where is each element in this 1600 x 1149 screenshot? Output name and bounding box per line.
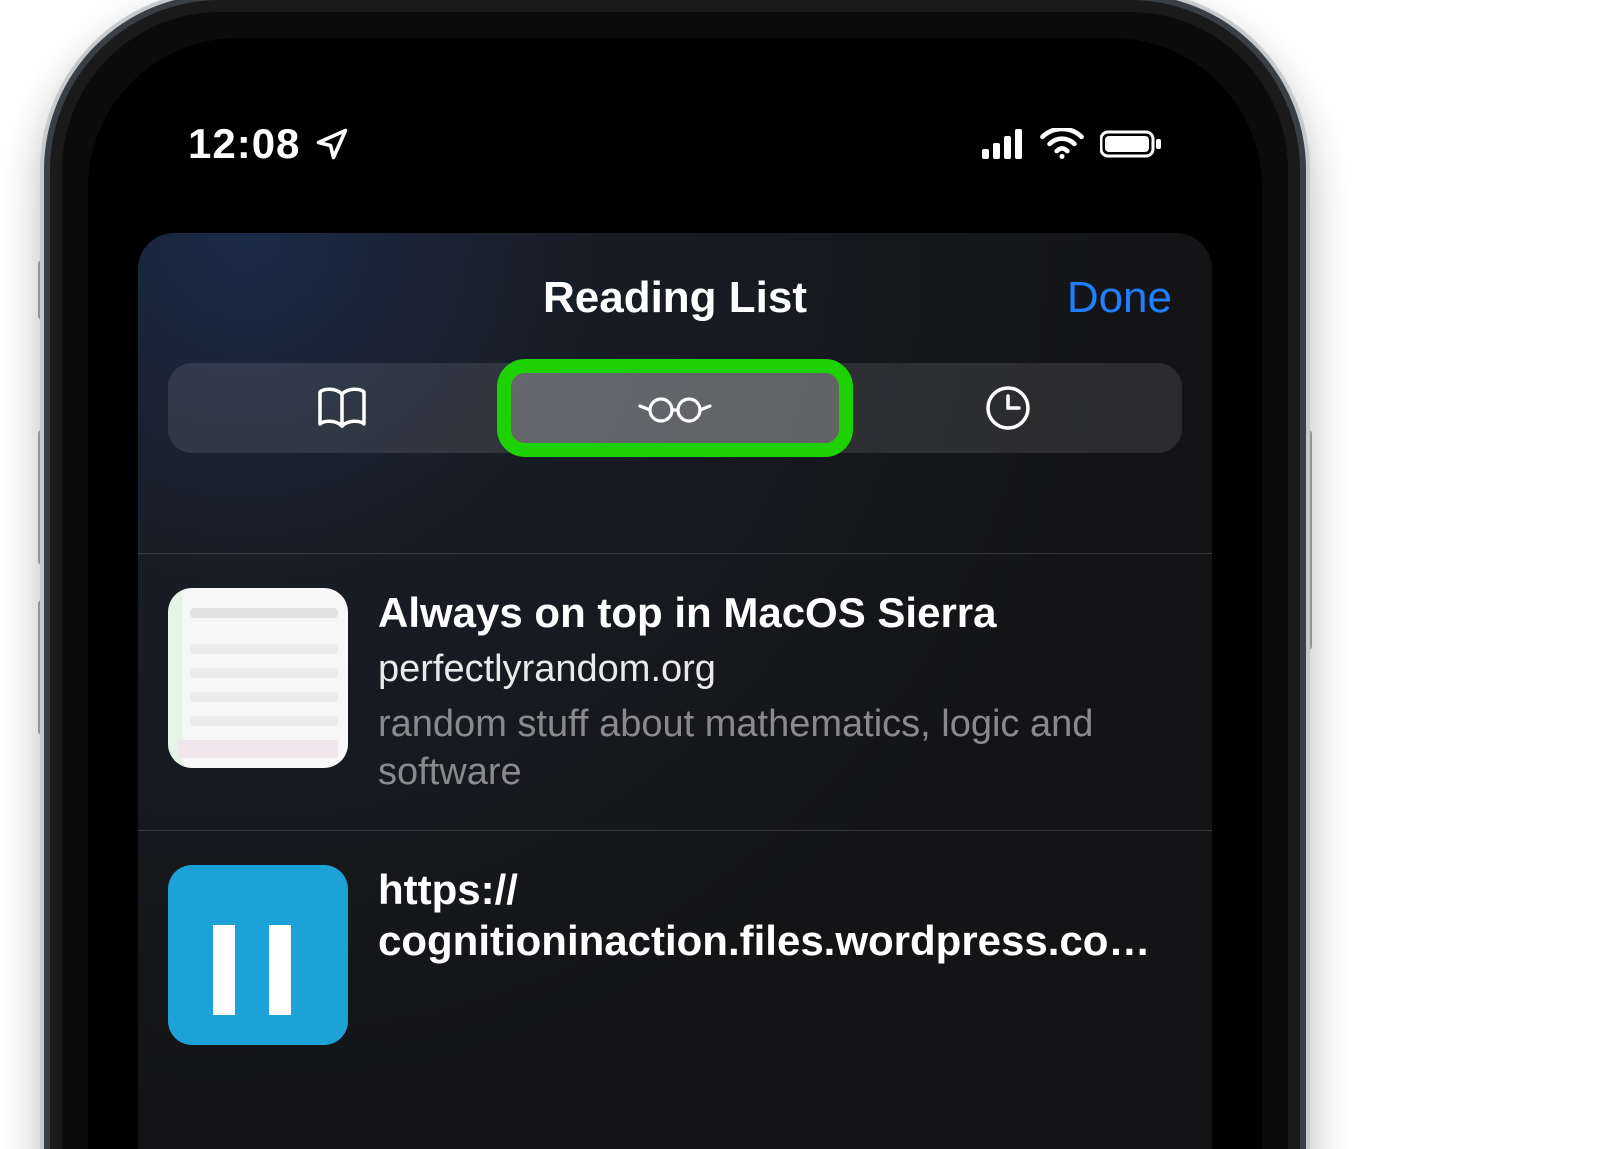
status-bar: 12:08: [88, 114, 1262, 174]
reading-list: Always on top in MacOS Sierra perfectlyr…: [138, 533, 1212, 1149]
list-item[interactable]: https:// cognitioninaction.files.wordpre…: [138, 830, 1212, 1079]
done-button[interactable]: Done: [1067, 273, 1172, 323]
battery-icon: [1100, 129, 1162, 159]
book-icon: [314, 384, 370, 432]
volume-up-button[interactable]: [38, 430, 48, 565]
item-description: random stuff about mathematics, logic an…: [378, 701, 1182, 796]
list-item[interactable]: Always on top in MacOS Sierra perfectlyr…: [138, 553, 1212, 830]
tab-bookmarks[interactable]: [176, 371, 509, 445]
sheet-header: Reading List Done: [138, 233, 1212, 363]
item-thumbnail: [168, 588, 348, 768]
silence-switch[interactable]: [38, 260, 48, 320]
item-source: perfectlyrandom.org: [378, 648, 1182, 691]
screen: 12:08: [88, 38, 1262, 1149]
wifi-icon: [1040, 128, 1084, 160]
sheet-title: Reading List: [543, 273, 807, 323]
item-title: https:// cognitioninaction.files.wordpre…: [378, 865, 1182, 966]
status-time: 12:08: [188, 120, 300, 168]
tab-reading-list[interactable]: [509, 371, 842, 445]
phone-frame: 12:08: [50, 0, 1300, 1149]
tab-history[interactable]: [841, 371, 1174, 445]
cellular-signal-icon: [982, 129, 1024, 159]
glasses-icon: [635, 388, 715, 428]
location-arrow-icon: [314, 126, 350, 162]
item-thumbnail: [168, 865, 348, 1045]
bookmarks-sheet: Reading List Done: [138, 233, 1212, 1149]
power-button[interactable]: [1302, 430, 1312, 650]
volume-down-button[interactable]: [38, 600, 48, 735]
item-title: Always on top in MacOS Sierra: [378, 588, 1182, 638]
segmented-control: [168, 363, 1182, 453]
clock-icon: [983, 383, 1033, 433]
